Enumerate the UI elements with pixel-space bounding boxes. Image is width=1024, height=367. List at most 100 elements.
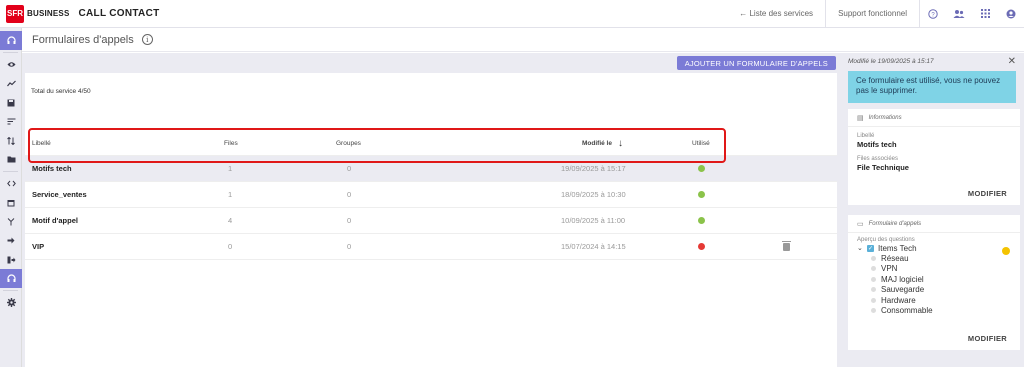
code-icon[interactable] [0, 174, 22, 193]
row-libelle: VIP [32, 242, 45, 251]
row-groupes: 0 [347, 216, 352, 225]
row-libelle: Motifs tech [32, 164, 72, 173]
label-libelle: Libellé [857, 133, 875, 139]
checkbox-icon[interactable]: ✓ [867, 244, 874, 252]
value-files: File Technique [857, 163, 909, 172]
tree-item-label: Sauvegarde [881, 285, 925, 295]
eye-icon[interactable] [0, 55, 22, 74]
transfer-icon[interactable] [0, 250, 22, 269]
sfr-logo: SFR [6, 4, 24, 23]
forward-icon[interactable] [0, 231, 22, 250]
calendar-icon[interactable] [0, 193, 22, 212]
service-total: Total du service 4/50 [31, 88, 91, 95]
folder-icon[interactable] [0, 150, 22, 169]
tree-item-label: MAJ logiciel [881, 274, 924, 284]
sort-down-icon: ↓ [617, 138, 623, 149]
branch-icon[interactable] [0, 212, 22, 231]
row-files: 1 [228, 164, 233, 173]
services-list-link[interactable]: ← Liste des services [727, 0, 827, 28]
trend-icon[interactable] [0, 74, 22, 93]
header-libelle[interactable]: Libellé [32, 132, 51, 155]
info-card-title: Informations [868, 114, 902, 121]
sidebar-divider [3, 52, 18, 53]
row-modified: 18/09/2025 à 10:30 [561, 190, 626, 199]
label-files: Files associées [857, 156, 899, 162]
info-card-icon: ▤ [857, 114, 864, 122]
header-groupes[interactable]: Groupes [336, 132, 361, 155]
header-files[interactable]: Files [224, 132, 238, 155]
row-libelle: Motif d'appel [32, 216, 78, 225]
page-header: Formulaires d'appels i [22, 28, 1024, 52]
in-use-alert: Ce formulaire est utilisé, vous ne pouve… [848, 71, 1016, 103]
bullet-icon [871, 287, 876, 293]
row-groupes: 0 [347, 242, 352, 251]
table-row[interactable]: Service_ventes 1 0 18/09/2025 à 10:30 [25, 182, 837, 208]
filter-icon[interactable] [0, 112, 22, 131]
sort-icon[interactable] [0, 131, 22, 150]
row-files: 0 [228, 242, 233, 251]
row-modified: 15/07/2024 à 14:15 [561, 242, 626, 251]
tree-item-label: Hardware [881, 295, 916, 305]
header-modified[interactable]: Modifié le ↓ [582, 132, 623, 155]
support-link[interactable]: Support fonctionnel [826, 0, 920, 28]
bullet-icon [871, 297, 876, 303]
save-icon[interactable] [0, 93, 22, 112]
top-bar: SFR BUSINESS CALL CONTACT ← Liste des se… [0, 0, 1024, 28]
info-card-header: ▤ Informations [848, 109, 1020, 127]
tree-item[interactable]: Réseau [857, 253, 1020, 264]
business-label: BUSINESS [27, 9, 70, 18]
row-groupes: 0 [347, 164, 352, 173]
row-files: 1 [228, 190, 233, 199]
tree-item-label: Consommable [881, 306, 933, 316]
trash-icon[interactable] [782, 234, 791, 259]
bullet-icon [871, 276, 876, 282]
table-header: Libellé Files Groupes Modifié le ↓ Utili… [25, 132, 837, 156]
tree-item[interactable]: Sauvegarde [857, 285, 1020, 296]
headset-icon[interactable] [0, 31, 22, 50]
tree-root-label: Items Tech [878, 243, 917, 253]
row-groupes: 0 [347, 190, 352, 199]
tree-item[interactable]: Consommable [857, 306, 1020, 317]
info-icon[interactable]: i [141, 34, 153, 45]
table-row[interactable]: Motifs tech 1 0 19/09/2025 à 15:17 [25, 156, 837, 182]
toolbar: AJOUTER UN FORMULAIRE D'APPELS [22, 53, 840, 73]
headset-active-icon[interactable] [0, 269, 22, 288]
help-icon[interactable]: ? [920, 0, 946, 28]
forms-card: Total du service 4/50 Libellé Files Grou… [25, 73, 837, 367]
bullet-icon [871, 266, 876, 272]
tree-item[interactable]: MAJ logiciel [857, 274, 1020, 285]
tree-item[interactable]: Hardware [857, 295, 1020, 306]
chat-icon: ▭ [857, 220, 864, 228]
row-files: 4 [228, 216, 233, 225]
table-row[interactable]: VIP 0 0 15/07/2024 à 14:15 [25, 234, 837, 260]
brand-logo[interactable]: SFR BUSINESS [6, 0, 70, 28]
row-modified: 10/09/2025 à 11:00 [561, 216, 626, 225]
close-icon[interactable]: ✕ [1008, 56, 1016, 67]
row-modified: 19/09/2025 à 15:17 [561, 164, 626, 173]
tree-item[interactable]: VPN [857, 264, 1020, 275]
add-form-button[interactable]: AJOUTER UN FORMULAIRE D'APPELS [676, 56, 836, 70]
chevron-down-icon[interactable]: ⌄ [857, 244, 867, 252]
bullet-icon [871, 255, 876, 261]
info-card: ▤ Informations Libellé Motifs tech Files… [848, 109, 1020, 205]
settings-icon[interactable] [0, 293, 22, 312]
users-icon[interactable] [946, 0, 972, 28]
header-modified-label: Modifié le [582, 140, 612, 147]
tree-root[interactable]: ⌄ ✓ Items Tech [857, 243, 1020, 253]
bullet-icon [871, 308, 876, 314]
apps-grid-icon[interactable] [972, 0, 998, 28]
used-status-icon [698, 182, 705, 207]
star-icon[interactable] [1002, 247, 1010, 255]
edit-form-button[interactable]: MODIFIER [968, 334, 1007, 343]
forms-table: Libellé Files Groupes Modifié le ↓ Utili… [25, 132, 837, 260]
page-title: Formulaires d'appels [32, 33, 134, 46]
main-content: AJOUTER UN FORMULAIRE D'APPELS Total du … [22, 53, 840, 367]
app-title: CALL CONTACT [78, 8, 160, 19]
unused-status-icon [698, 234, 705, 259]
header-used[interactable]: Utilisé [692, 132, 710, 155]
account-icon[interactable] [998, 0, 1024, 28]
form-card-header: ▭ Formulaire d'appels [848, 215, 1020, 233]
detail-panel: Modifié le 19/09/2025 à 15:17 ✕ Ce formu… [840, 53, 1024, 367]
table-row[interactable]: Motif d'appel 4 0 10/09/2025 à 11:00 [25, 208, 837, 234]
edit-info-button[interactable]: MODIFIER [968, 189, 1007, 198]
